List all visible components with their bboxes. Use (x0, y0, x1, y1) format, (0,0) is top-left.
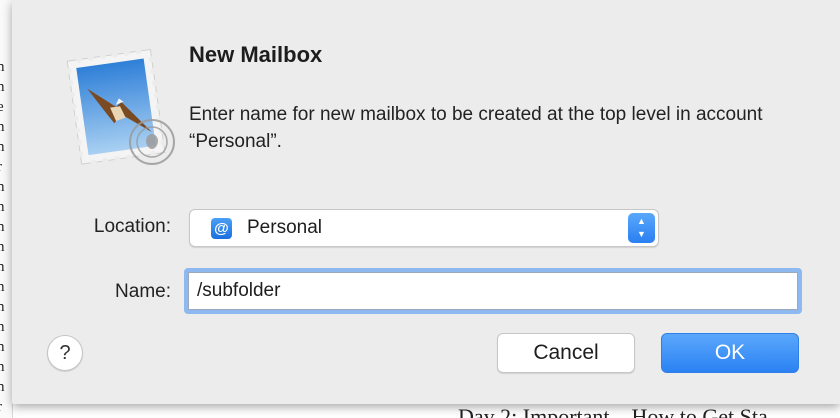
background-text-fragment: n (0, 58, 5, 76)
name-field[interactable] (188, 272, 798, 310)
background-document-text: Day 2: Important – How to Get Sta (458, 404, 768, 418)
background-text-fragment: n (0, 138, 5, 156)
background-text-fragment: n (0, 218, 5, 236)
name-label: Name: (115, 281, 171, 302)
background-text-fragment: n (0, 278, 5, 296)
background-text-fragment: n (0, 78, 5, 96)
background-text-fragment: n (0, 178, 5, 196)
ok-button[interactable]: OK (661, 333, 799, 373)
background-text-fragment: n (0, 358, 5, 376)
background-text-fragment: r (0, 398, 2, 416)
background-text-fragment: n (0, 318, 5, 336)
background-text-fragment: n (0, 198, 5, 216)
at-sign-icon: @ (211, 218, 232, 239)
help-button[interactable]: ? (47, 335, 83, 371)
background-text-fragment: n (0, 118, 5, 136)
location-label: Location: (93, 216, 171, 237)
background-text-fragment: n (0, 258, 5, 276)
background-text-fragment: n (0, 338, 5, 356)
cancel-button[interactable]: Cancel (497, 333, 635, 373)
name-field-focus-ring (184, 268, 802, 314)
background-text-fragment: e (0, 98, 4, 116)
background-text-fragment: n (0, 238, 5, 256)
mail-stamp-icon (65, 48, 175, 166)
new-mailbox-sheet: New Mailbox Enter name for new mailbox t… (12, 0, 840, 404)
location-selected-value: Personal (247, 217, 322, 238)
background-text-fragment: n (0, 298, 5, 316)
dialog-title: New Mailbox (189, 42, 323, 67)
location-popup-button[interactable]: @ Personal ▲ ▼ (189, 209, 659, 247)
background-text-fragment: r (0, 158, 2, 176)
dialog-message: Enter name for new mailbox to be created… (189, 104, 763, 152)
background-text-fragment: n (0, 378, 5, 396)
chevron-updown-icon[interactable]: ▲ ▼ (628, 213, 655, 243)
